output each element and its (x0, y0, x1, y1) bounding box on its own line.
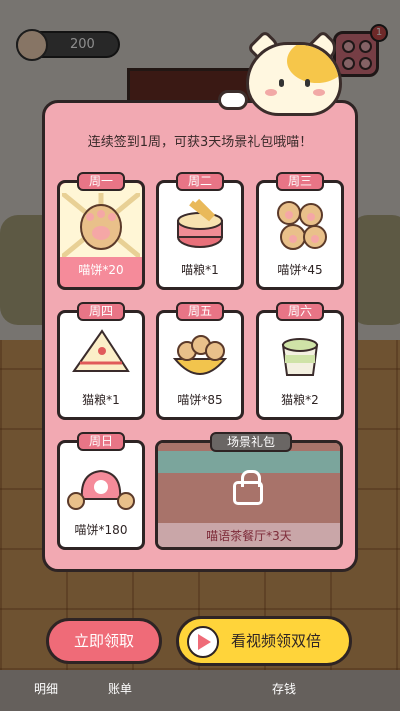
day-reward: 喵饼*20 (78, 263, 124, 277)
day-reward: 喵粮*1 (181, 263, 219, 277)
day-tag: 周一 (77, 172, 125, 191)
day-tag: 周五 (176, 302, 224, 321)
day-tag: 周四 (77, 302, 125, 321)
claim-button[interactable]: 立即领取 (46, 618, 162, 664)
day-tag: 周六 (276, 302, 324, 321)
lock-icon (233, 470, 263, 505)
day-tag: 周二 (176, 172, 224, 191)
day-tag: 周日 (77, 432, 125, 451)
paw-biscuits-icon (277, 201, 327, 250)
day-card-thu[interactable]: 周四 猫粮*1 (57, 302, 145, 420)
nav-ledger[interactable]: 账单 (108, 680, 132, 697)
cat-paw (218, 90, 248, 110)
scene-gift-card[interactable]: 喵语茶餐厅*3天 (155, 440, 343, 550)
nav-savings[interactable]: 存钱 (272, 680, 296, 697)
dialog-heading: 连续签到1周，可获3天场景礼包哦喵！ (87, 135, 313, 150)
biscuit-bowl-icon (172, 335, 228, 375)
day-reward: 猫粮*2 (281, 393, 319, 407)
day-reward: 喵饼*85 (177, 393, 223, 407)
snack-bag-icon (72, 329, 130, 372)
day-card-fri[interactable]: 周五 喵饼*85 (156, 302, 244, 420)
day-reward: 猫粮*1 (82, 393, 120, 407)
day-card-mon[interactable]: 周一 喵饼*20 (57, 172, 145, 290)
paw-biscuits-icon (62, 193, 140, 257)
play-icon (187, 626, 219, 658)
food-cup-icon (281, 338, 319, 376)
day-card-wed[interactable]: 周三 喵饼*45 (256, 172, 344, 290)
day-card-sun[interactable]: 周日 喵饼*180 (57, 432, 145, 550)
scene-gift-reward: 喵语茶餐厅*3天 (206, 529, 292, 543)
cat-mascot (246, 42, 342, 116)
day-tag: 周三 (276, 172, 324, 191)
gift-pouch-icon (67, 469, 135, 510)
watch-video-double-label: 看视频领双倍 (231, 632, 322, 650)
scene-gift-tag: 场景礼包 (210, 432, 292, 452)
watch-video-double-button[interactable]: 看视频领双倍 (176, 616, 352, 666)
day-reward: 喵饼*45 (277, 263, 323, 277)
fish-can-icon (177, 198, 223, 248)
day-card-sat[interactable]: 周六 猫粮*2 (256, 302, 344, 420)
nav-details[interactable]: 明细 (34, 680, 58, 697)
day-card-tue[interactable]: 周二 喵粮*1 (156, 172, 244, 290)
day-reward: 喵饼*180 (74, 523, 128, 537)
